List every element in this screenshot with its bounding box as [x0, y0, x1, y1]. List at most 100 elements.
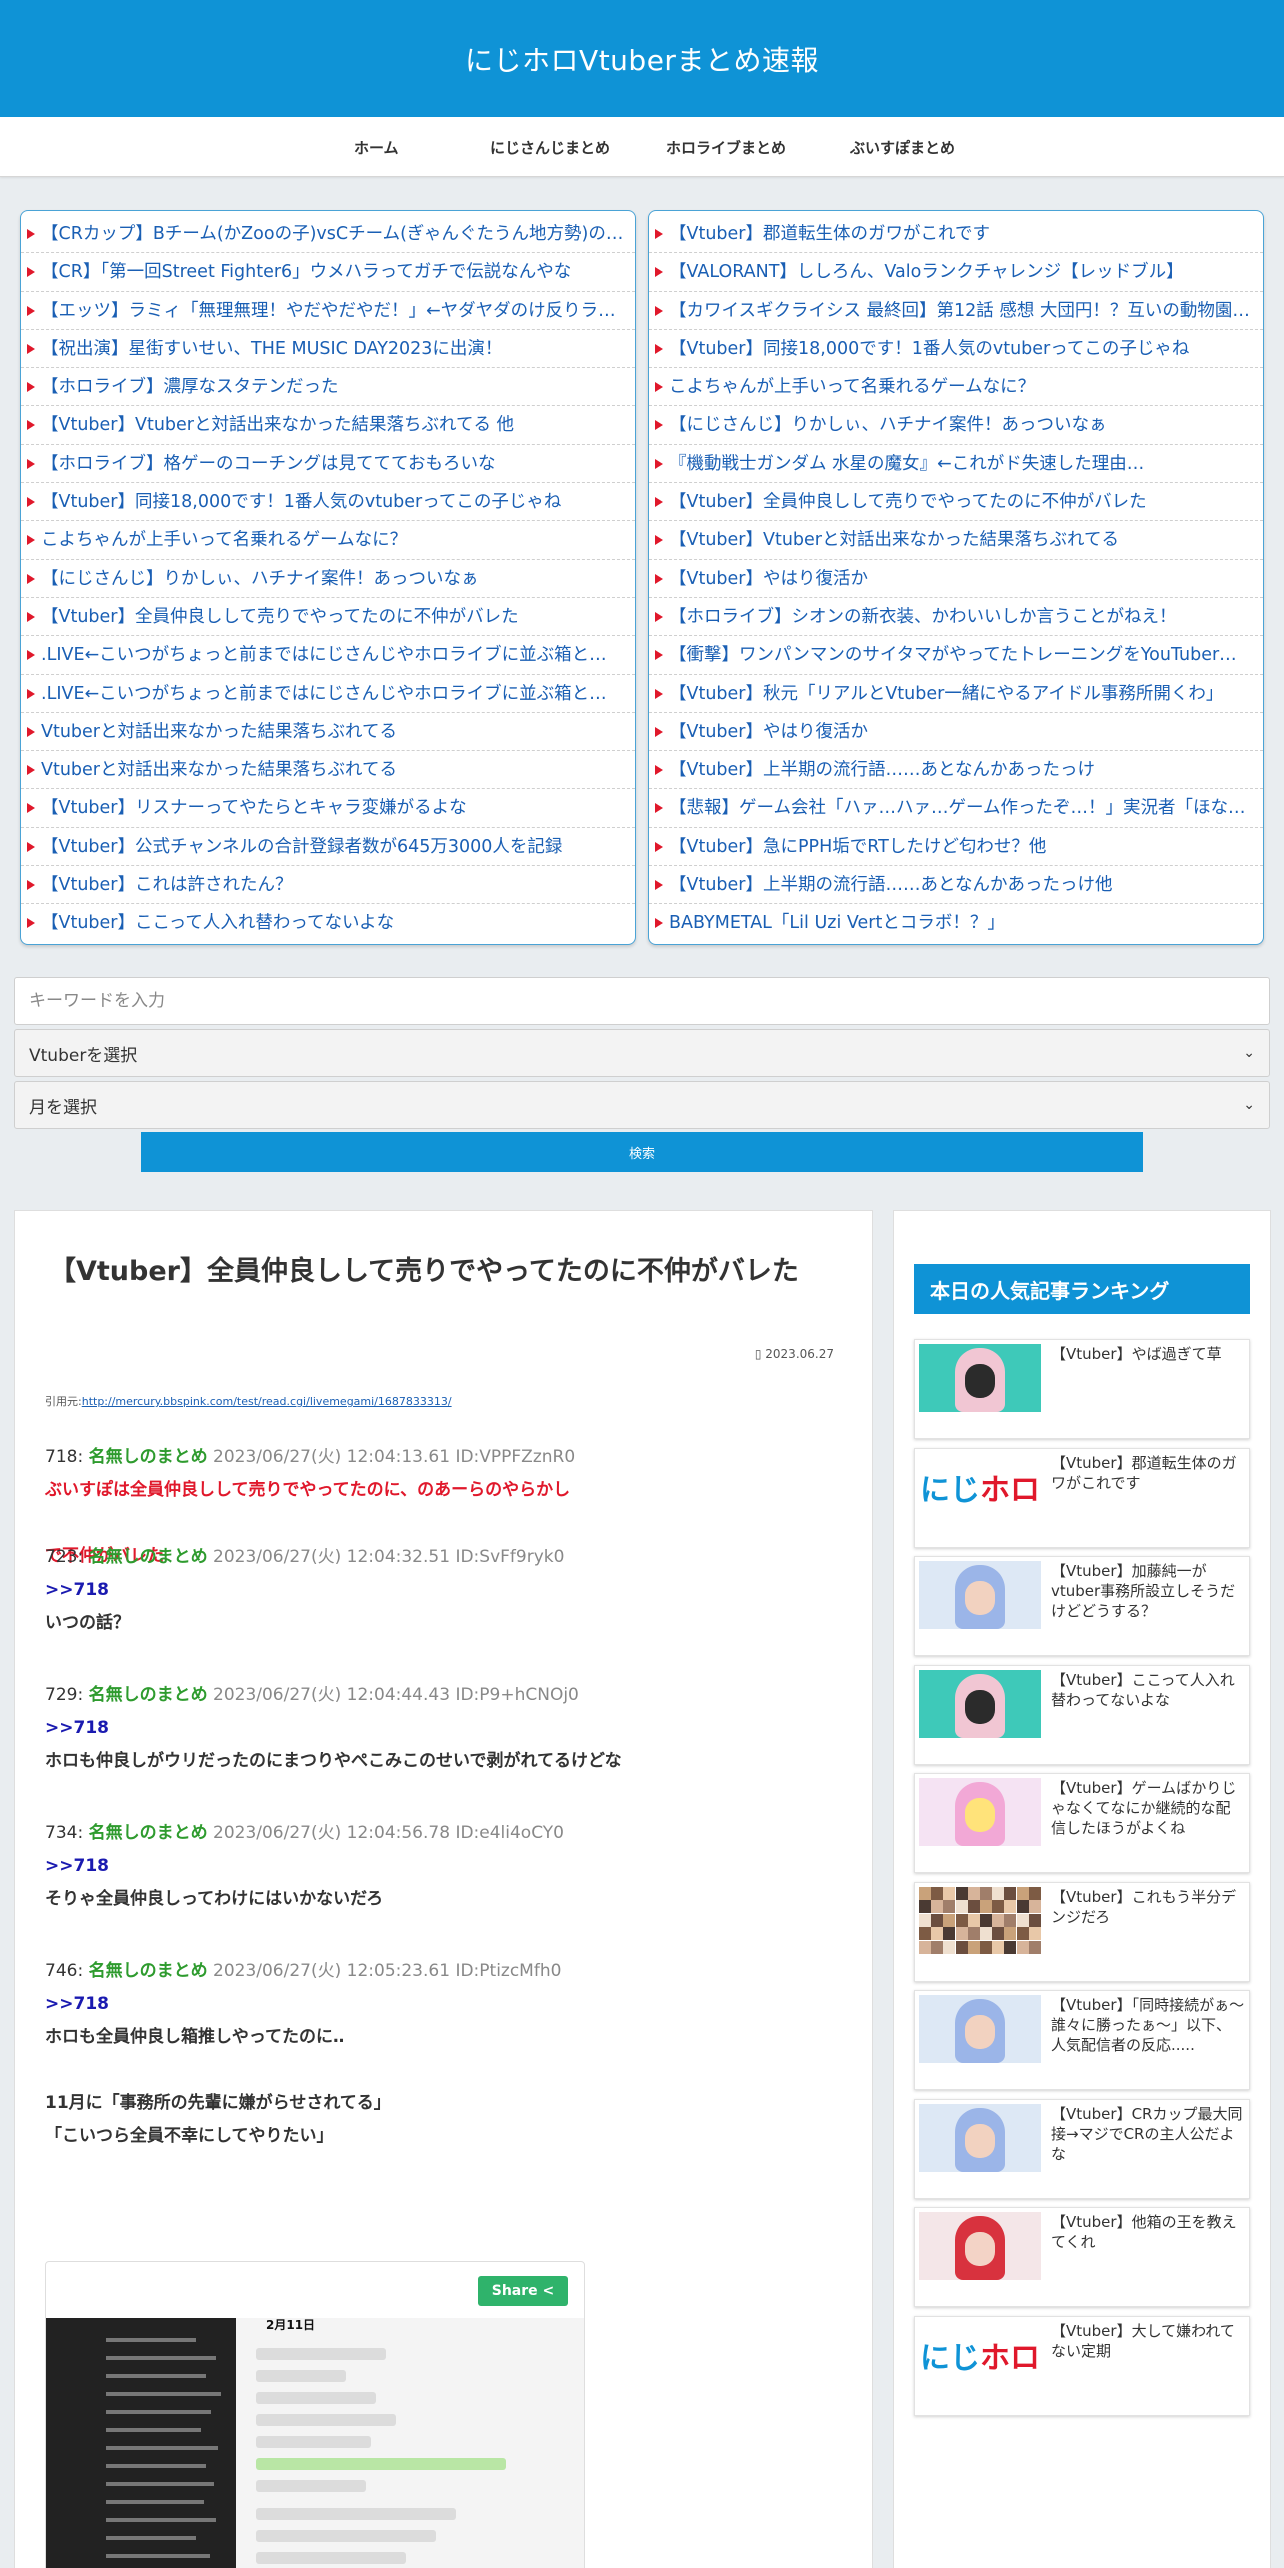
- search-button[interactable]: 検索: [141, 1132, 1143, 1172]
- antenna-link[interactable]: 【にじさんじ】りかしぃ、ハチナイ案件！あっついなぁ: [649, 406, 1263, 445]
- antenna-list-right: 【Vtuber】郡道転生体のガワがこれです 【VALORANT】ししろん、Valo…: [648, 210, 1264, 945]
- antenna-link[interactable]: BABYMETAL「Lil Uzi Vertとコラボ！？」: [649, 904, 1263, 942]
- vtuber-select-value: Vtuberを選択: [29, 1045, 138, 1066]
- antenna-link[interactable]: 【Vtuber】Vtuberと対話出来なかった結果落ちぶれてる: [649, 521, 1263, 560]
- antenna-link[interactable]: 【Vtuber】Vtuberと対話出来なかった結果落ちぶれてる 他: [21, 406, 635, 445]
- site-title[interactable]: にじホロVtuberまとめ速報: [465, 39, 819, 79]
- antenna-link[interactable]: Vtuberと対話出来なかった結果落ちぶれてる: [21, 751, 635, 790]
- screenshot-line: [106, 2536, 196, 2540]
- ranking-card[interactable]: にじ ホロ 【Vtuber】郡道転生体のガワがこれです: [914, 1447, 1250, 1548]
- post-body: ホロも仲良しがウリだったのにまつりやぺこみこのせいで剥がれてるけどな: [45, 1751, 622, 1771]
- reply-anchor-link[interactable]: >>718: [45, 1574, 845, 1607]
- post-meta: 2023/06/27(火) 12:05:23.61 ID:PtizcMfh0: [213, 1961, 562, 1981]
- share-button[interactable]: Share <: [478, 2276, 568, 2306]
- nav-item-vspo[interactable]: ぶいすぽまとめ: [850, 137, 955, 158]
- logo-text-holo: ホロ: [980, 2340, 1040, 2376]
- screenshot-line: [106, 2338, 196, 2342]
- nav-item-home[interactable]: ホーム: [354, 137, 399, 158]
- ranking-card[interactable]: 【Vtuber】やば過ぎて草: [914, 1339, 1250, 1439]
- post-number[interactable]: 734:: [45, 1823, 83, 1843]
- ranking-card[interactable]: 【Vtuber】「同時接続がぁ〜誰々に勝ったぁ〜」以下、人気配信者の反応....…: [914, 1990, 1250, 2090]
- post-number[interactable]: 729:: [45, 1685, 83, 1705]
- antenna-link[interactable]: 【カワイスギクライシス 最終回】第12話 感想 大団円！？互いの動物園…: [649, 292, 1263, 330]
- ranking-card[interactable]: 【Vtuber】加藤純一がvtuber事務所設立しそうだけどどうする？: [914, 1556, 1250, 1656]
- character-thumbnail: [919, 1995, 1041, 2063]
- reply-anchor-link[interactable]: >>718: [45, 1712, 845, 1745]
- ranking-card[interactable]: 【Vtuber】他箱の王を教えてくれ: [914, 2207, 1250, 2307]
- antenna-link[interactable]: 『機動戦士ガンダム 水星の魔女』←これがド失速した理由…: [649, 445, 1263, 484]
- vtuber-select[interactable]: Vtuberを選択 ⌄: [14, 1029, 1270, 1077]
- collage-tile: [919, 1886, 931, 1900]
- ranking-card[interactable]: 【Vtuber】ここって人入れ替わってないよな: [914, 1664, 1250, 1765]
- antenna-link[interactable]: 【Vtuber】同接18,000です！1番人気のvtuberってこの子じゃね: [21, 483, 635, 522]
- collage-tile: [919, 1913, 931, 1927]
- antenna-link[interactable]: 【にじさんじ】りかしぃ、ハチナイ案件！あっついなぁ: [21, 560, 635, 598]
- antenna-link[interactable]: 【CRカップ】Bチーム(かZooの子)vsCチーム(ぎゃんぐたうん地方勢)の…: [21, 215, 635, 254]
- screenshot-left-pane: [46, 2318, 236, 2568]
- antenna-link[interactable]: 【衝撃】ワンパンマンのサイタマがやってたトレーニングをYouTuber…: [649, 636, 1263, 675]
- antenna-link[interactable]: 【Vtuber】同接18,000です！1番人気のvtuberってこの子じゃね: [649, 330, 1263, 369]
- reply-anchor-link[interactable]: >>718: [45, 1850, 845, 1883]
- antenna-link[interactable]: 【祝出演】星街すいせい、THE MUSIC DAY2023に出演！: [21, 330, 635, 369]
- ranking-card[interactable]: 【Vtuber】CRカップ最大同接→マジでCRの主人公だよな: [914, 2098, 1250, 2199]
- collage-tile: [919, 1940, 931, 1954]
- antenna-link[interactable]: 【ホロライブ】格ゲーのコーチングは見ててておもろいな: [21, 445, 635, 484]
- antenna-link[interactable]: 【Vtuber】全員仲良しして売りでやってたのに不仲がバレた: [649, 483, 1263, 522]
- antenna-link[interactable]: 【ホロライブ】濃厚なスタテンだった: [21, 368, 635, 407]
- collage-tile: [931, 1940, 944, 1954]
- thread-post: 746: 名無しのまとめ 2023/06/27(火) 12:05:23.61 I…: [45, 1955, 845, 2153]
- antenna-link[interactable]: 【Vtuber】急にPPH垢でRTしたけど匂わせ？他: [649, 828, 1263, 867]
- screenshot-line: [106, 2410, 211, 2414]
- antenna-link[interactable]: 【CR】「第一回Street Fighter6」ウメハラってガチで伝説なんやな: [21, 253, 635, 292]
- antenna-link[interactable]: .LIVE←こいつがちょっと前まではにじさんじやホロライブに並ぶ箱と…: [21, 675, 635, 713]
- collage-tile: [931, 1886, 944, 1900]
- collage-tile: [931, 1927, 944, 1941]
- antenna-link[interactable]: 【Vtuber】郡道転生体のガワがこれです: [649, 215, 1263, 254]
- antenna-link[interactable]: 【ホロライブ】シオンの新衣装、かわいいしか言うことがねえ！: [649, 598, 1263, 637]
- antenna-link[interactable]: 【Vtuber】やはり復活か: [649, 560, 1263, 598]
- screenshot-line: [106, 2500, 204, 2504]
- collage-tile: [943, 1900, 956, 1914]
- ranking-card[interactable]: 【Vtuber】これもう半分デンジだろ: [914, 1881, 1250, 1982]
- antenna-link[interactable]: 【Vtuber】秋元「リアルとVtuber一緒にやるアイドル事務所開くわ」: [649, 675, 1263, 713]
- screenshot-line: [106, 2446, 218, 2450]
- screenshot-line: [106, 2464, 206, 2468]
- post-number[interactable]: 718:: [45, 1447, 83, 1467]
- ranking-card[interactable]: 【Vtuber】ゲームばかりじゃなくてなにか継続的な配信したほうがよくね: [914, 1773, 1250, 1873]
- collage-tile: [992, 1940, 1005, 1954]
- post-header: 734: 名無しのまとめ 2023/06/27(火) 12:04:56.78 I…: [45, 1817, 845, 1850]
- reply-anchor-link[interactable]: >>718: [45, 1988, 845, 2021]
- post-number[interactable]: 746:: [45, 1961, 83, 1981]
- post-number[interactable]: 723:: [45, 1547, 83, 1567]
- antenna-link[interactable]: 【Vtuber】これは許されたん？: [21, 866, 635, 905]
- antenna-link[interactable]: 【VALORANT】ししろん、Valoランクチャレンジ【レッドブル】: [649, 253, 1263, 292]
- ranking-card-title: 【Vtuber】大して嫌われてない定期: [1051, 2321, 1235, 2360]
- nav-item-nijisanji[interactable]: にじさんじまとめ: [490, 137, 610, 158]
- antenna-link[interactable]: 【Vtuber】公式チャンネルの合計登録者数が645万3000人を記録: [21, 828, 635, 867]
- poster-name: 名無しのまとめ: [88, 1547, 208, 1567]
- character-face: [965, 1689, 995, 1724]
- antenna-link[interactable]: 【Vtuber】リスナーってやたらとキャラ変嫌がるよな: [21, 789, 635, 828]
- antenna-link[interactable]: こよちゃんが上手いって名乗れるゲームなに？: [649, 368, 1263, 407]
- chat-bubble: [256, 2414, 396, 2426]
- antenna-link[interactable]: 【エッツ】ラミィ「無理無理！やだやだやだ！」←ヤダヤダのけ反りラ…: [21, 292, 635, 330]
- nav-item-hololive[interactable]: ホロライブまとめ: [666, 137, 786, 158]
- month-select[interactable]: 月を選択 ⌄: [14, 1081, 1270, 1129]
- antenna-link[interactable]: 【悲報】ゲーム会社「ハァ…ハァ…ゲーム作ったぞ…！」実況者「ほな…: [649, 789, 1263, 828]
- logo-text-niji: にじ: [920, 2340, 980, 2376]
- collage-tile: [980, 1927, 992, 1941]
- antenna-link[interactable]: 【Vtuber】全員仲良しして売りでやってたのに不仲がバレた: [21, 598, 635, 637]
- antenna-link[interactable]: Vtuberと対話出来なかった結果落ちぶれてる: [21, 713, 635, 752]
- collage-tile: [931, 1913, 944, 1927]
- antenna-link[interactable]: 【Vtuber】上半期の流行語……あとなんかあったっけ他: [649, 866, 1263, 905]
- antenna-link[interactable]: 【Vtuber】上半期の流行語……あとなんかあったっけ: [649, 751, 1263, 790]
- screenshot-line: [106, 2482, 214, 2486]
- collage-tile: [1028, 1900, 1041, 1914]
- keyword-search-input[interactable]: [14, 977, 1270, 1025]
- antenna-link[interactable]: こよちゃんが上手いって名乗れるゲームなに？: [21, 521, 635, 560]
- antenna-link[interactable]: 【Vtuber】ここって人入れ替わってないよな: [21, 904, 635, 942]
- source-link[interactable]: http://mercury.bbspink.com/test/read.cgi…: [82, 1395, 452, 1408]
- antenna-link[interactable]: 【Vtuber】やはり復活か: [649, 713, 1263, 752]
- ranking-card[interactable]: にじ ホロ 【Vtuber】大して嫌われてない定期: [914, 2315, 1250, 2416]
- antenna-link[interactable]: .LIVE←こいつがちょっと前まではにじさんじやホロライブに並ぶ箱と…: [21, 636, 635, 675]
